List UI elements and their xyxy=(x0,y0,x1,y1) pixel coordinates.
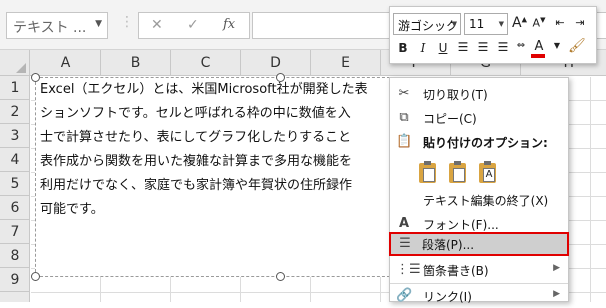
name-box[interactable]: テキスト ... ▼ xyxy=(6,12,108,39)
format-painter-icon[interactable]: 🖌 xyxy=(568,38,586,54)
formula-bar-grip-icon: ⋮ xyxy=(120,14,134,30)
scissors-icon: ✂ xyxy=(398,86,410,101)
resize-handle-top[interactable] xyxy=(276,73,285,82)
menu-item-paste-options-label: 貼り付けのオプション: xyxy=(423,136,548,150)
row-header-9[interactable]: 9 xyxy=(0,268,30,292)
menu-item-paragraph[interactable]: ☰ 段落(P)... xyxy=(389,232,569,256)
menu-item-copy[interactable]: ⧉ コピー(C) xyxy=(390,106,568,130)
menu-item-paragraph-label: 段落(P)... xyxy=(422,238,475,252)
cancel-icon[interactable]: ✕ xyxy=(151,17,163,33)
font-size-value: 11 xyxy=(469,17,485,31)
row-header-1[interactable]: 1 xyxy=(0,76,30,100)
menu-item-bullets[interactable]: ⋮☰ 箇条書き(B) ▶ xyxy=(390,258,568,282)
menu-item-link[interactable]: 🔗 リンク(I) ▶ xyxy=(390,284,568,308)
select-all-icon xyxy=(16,63,26,73)
shrink-font-icon: A xyxy=(532,16,541,30)
paragraph-icon: ☰ xyxy=(399,236,411,251)
mini-toolbar: 游ゴシック ▼ 11 ▼ A▲ A▼ ⇤ ⇥ B I U ☰ ☰ ☰ ⇔ A ▼… xyxy=(389,6,597,64)
menu-item-font-label: フォント(F)... xyxy=(423,218,499,232)
column-header-a[interactable]: A xyxy=(31,50,101,76)
text-box[interactable]: Excel（エクセル）とは、米国Microsoft社が開発した表 ションソフトで… xyxy=(35,77,395,277)
menu-item-exit-edit[interactable]: テキスト編集の終了(X) xyxy=(390,188,568,212)
distributed-icon[interactable]: ⇔ xyxy=(514,40,528,51)
enter-icon[interactable]: ✓ xyxy=(187,17,199,33)
font-color-swatch xyxy=(531,54,545,58)
paste-icon: 📋 xyxy=(396,134,413,149)
chevron-down-icon[interactable]: ▼ xyxy=(550,41,564,50)
font-color-button[interactable]: A xyxy=(532,39,546,54)
row-header-8[interactable]: 8 xyxy=(0,244,30,268)
text-line-1: Excel（エクセル）とは、米国Microsoft社が開発した表 xyxy=(40,82,368,97)
shrink-font-button[interactable]: A▼ xyxy=(532,16,546,30)
text-line-6: 可能です。 xyxy=(40,202,104,217)
row-header-7[interactable]: 7 xyxy=(0,220,30,244)
resize-handle-bottom[interactable] xyxy=(276,272,285,281)
text-line-4: 表作成から関数を用いた複雑な計算まで多用な機能を xyxy=(40,154,353,169)
paste-text-only-icon[interactable]: A xyxy=(477,161,499,185)
font-size-select[interactable]: 11 ▼ xyxy=(464,13,508,35)
column-header-c[interactable]: C xyxy=(171,50,241,76)
font-name-select[interactable]: 游ゴシック ▼ xyxy=(393,13,461,35)
menu-item-exit-edit-label: テキスト編集の終了(X) xyxy=(423,194,549,208)
paste-merge-format-icon[interactable] xyxy=(447,161,469,185)
column-header-e[interactable]: E xyxy=(311,50,381,76)
text-line-5: 利用だけでなく、家庭でも家計簿や年賀状の住所録作 xyxy=(40,178,353,193)
chevron-down-icon[interactable]: ▼ xyxy=(95,19,102,29)
row-header-bar: 1 2 3 4 5 6 7 8 9 xyxy=(0,76,30,302)
formula-buttons: ✕ ✓ fx xyxy=(138,12,250,39)
menu-item-copy-label: コピー(C) xyxy=(423,112,477,126)
grow-font-button[interactable]: A▲ xyxy=(512,15,527,31)
menu-item-bullets-label: 箇条書き(B) xyxy=(423,264,489,278)
underline-button[interactable]: U xyxy=(436,41,450,55)
column-header-b[interactable]: B xyxy=(101,50,171,76)
font-icon: A xyxy=(398,216,410,231)
submenu-arrow-icon: ▶ xyxy=(553,289,560,299)
menu-item-paste-options: 📋 貼り付けのオプション: xyxy=(390,130,568,154)
chevron-down-icon: ▼ xyxy=(451,20,457,28)
bullets-icon: ⋮☰ xyxy=(396,262,421,277)
decrease-indent-icon[interactable]: ⇤ xyxy=(553,16,567,29)
row-header-5[interactable]: 5 xyxy=(0,172,30,196)
column-header-d[interactable]: D xyxy=(241,50,311,76)
increase-indent-icon[interactable]: ⇥ xyxy=(573,16,587,29)
text-line-3: 士で計算させたり、表にしてグラフ化したりすること xyxy=(40,130,352,145)
chevron-down-icon: ▼ xyxy=(498,20,504,28)
row-header-4[interactable]: 4 xyxy=(0,148,30,172)
menu-item-link-label: リンク(I) xyxy=(423,290,472,304)
text-line-2: ションソフトです。セルと呼ばれる枠の中に数値を入 xyxy=(40,106,351,121)
align-right-icon[interactable]: ☰ xyxy=(496,40,510,54)
bold-button[interactable]: B xyxy=(396,41,410,55)
name-box-value: テキスト ... xyxy=(13,20,87,36)
row-header-3[interactable]: 3 xyxy=(0,124,30,148)
font-name-value: 游ゴシック xyxy=(398,19,459,33)
align-center-icon[interactable]: ☰ xyxy=(476,40,490,54)
select-all-button[interactable] xyxy=(0,50,30,76)
menu-item-cut-label: 切り取り(T) xyxy=(423,88,488,102)
grow-font-icon: A xyxy=(512,15,522,31)
row-header-2[interactable]: 2 xyxy=(0,100,30,124)
row-header-6[interactable]: 6 xyxy=(0,196,30,220)
menu-item-cut[interactable]: ✂ 切り取り(T) xyxy=(390,82,568,106)
resize-handle-bottom-left[interactable] xyxy=(31,272,40,281)
resize-handle-top-left[interactable] xyxy=(31,73,40,82)
italic-button[interactable]: I xyxy=(416,41,430,55)
context-menu: ✂ 切り取り(T) ⧉ コピー(C) 📋 貼り付けのオプション: A テキスト編… xyxy=(389,77,569,304)
insert-function-icon[interactable]: fx xyxy=(223,17,235,32)
align-left-icon[interactable]: ☰ xyxy=(456,40,470,54)
paste-keep-source-icon[interactable] xyxy=(417,161,439,185)
copy-icon: ⧉ xyxy=(399,110,409,125)
submenu-arrow-icon: ▶ xyxy=(553,263,560,273)
